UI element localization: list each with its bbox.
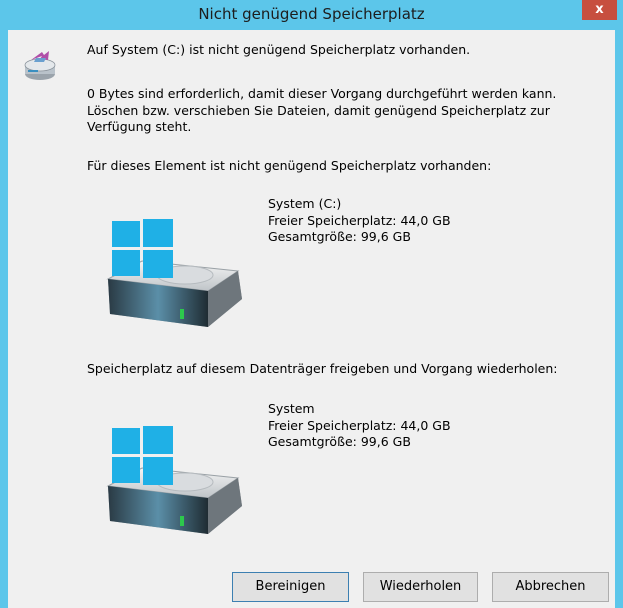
drive-cleanup-icon xyxy=(24,51,56,80)
clean-up-button[interactable]: Bereinigen xyxy=(232,572,349,602)
drive-name: System (C:) xyxy=(268,196,342,211)
main-message: Auf System (C:) ist nicht genügend Speic… xyxy=(87,42,471,57)
detail-line-2: Löschen bzw. verschieben Sie Dateien, da… xyxy=(87,102,550,118)
drive-name: System xyxy=(268,401,315,416)
dialog-window: Nicht genügend Speicherplatz x Auf Syste… xyxy=(0,0,623,608)
detail-message: 0 Bytes sind erforderlich, damit dieser … xyxy=(87,86,607,136)
window-title: Nicht genügend Speicherplatz xyxy=(198,5,425,23)
drive-free-space: Freier Speicherplatz: 44,0 GB xyxy=(268,212,451,228)
detail-line-3: Verfügung steht. xyxy=(87,119,192,134)
retry-button[interactable]: Wiederholen xyxy=(363,572,478,602)
item-section-label: Für dieses Element ist nicht genügend Sp… xyxy=(87,158,492,173)
cancel-button[interactable]: Abbrechen xyxy=(492,572,609,602)
free-section-label: Speicherplatz auf diesem Datenträger fre… xyxy=(87,361,558,376)
drive-info-1: System (C:) Freier Speicherplatz: 44,0 G… xyxy=(268,196,451,246)
windows-hard-drive-icon xyxy=(106,219,242,327)
drive-total-size: Gesamtgröße: 99,6 GB xyxy=(268,229,411,244)
drive-info-2[interactable]: System Freier Speicherplatz: 44,0 GB Ges… xyxy=(268,401,451,451)
windows-hard-drive-icon[interactable] xyxy=(100,426,250,541)
drive-total-size: Gesamtgröße: 99,6 GB xyxy=(268,434,411,449)
drive-free-space: Freier Speicherplatz: 44,0 GB xyxy=(268,417,451,433)
detail-line-1: 0 Bytes sind erforderlich, damit dieser … xyxy=(87,86,557,101)
title-bar[interactable]: Nicht genügend Speicherplatz x xyxy=(0,0,623,30)
close-button[interactable]: x xyxy=(582,0,617,20)
dialog-body: Auf System (C:) ist nicht genügend Speic… xyxy=(8,30,615,608)
